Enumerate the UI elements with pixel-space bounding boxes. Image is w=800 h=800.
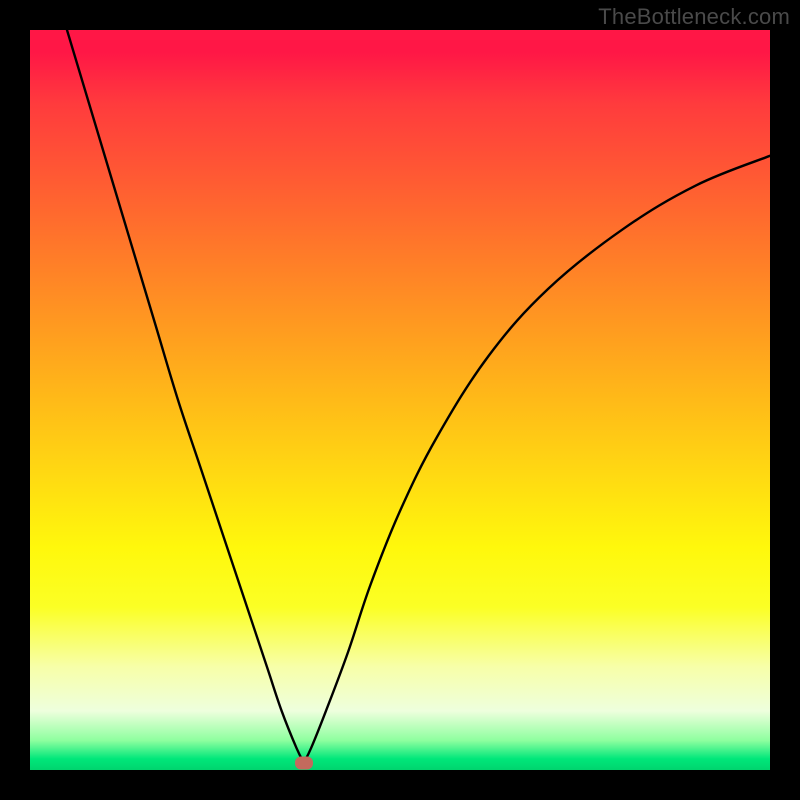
- chart-frame: TheBottleneck.com: [0, 0, 800, 800]
- curve-right: [304, 156, 770, 763]
- attribution-text: TheBottleneck.com: [598, 4, 790, 30]
- curve-left: [67, 30, 304, 763]
- minimum-marker: [295, 756, 313, 769]
- curve-overlay: [30, 30, 770, 770]
